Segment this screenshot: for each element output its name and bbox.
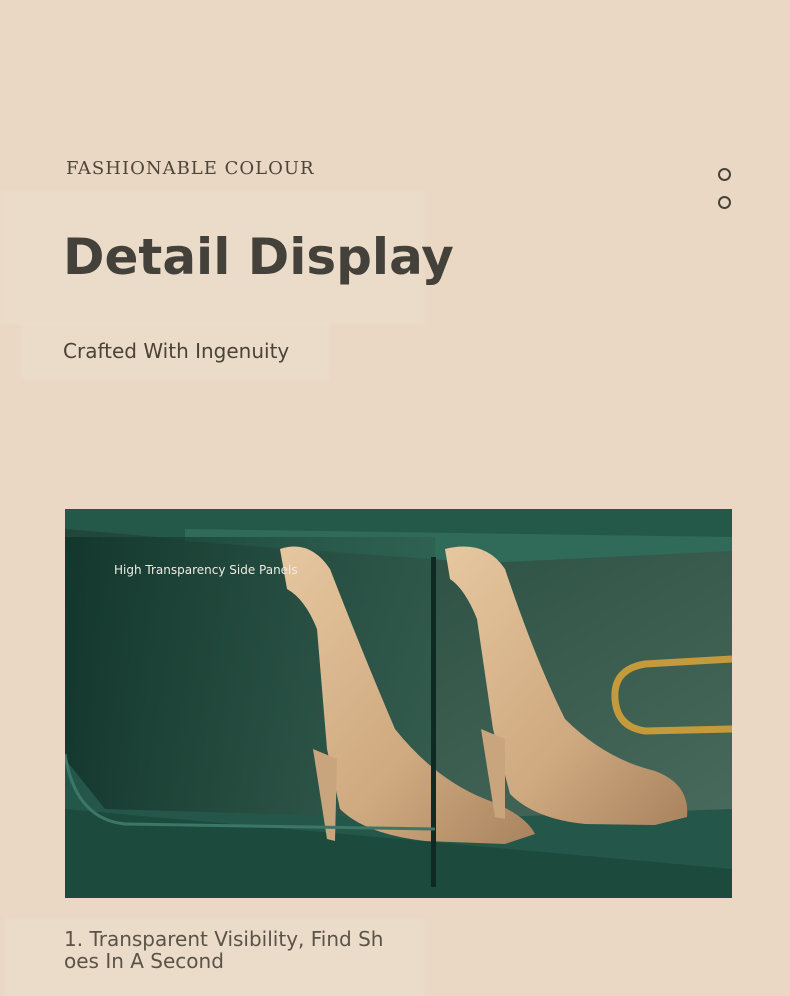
pagination-dot-2[interactable]: [718, 196, 731, 209]
page-subtitle: Crafted With Ingenuity: [63, 339, 290, 363]
product-photo: High Transparency Side Panels: [65, 509, 732, 898]
pagination-dots: [718, 168, 732, 212]
page-title: Detail Display: [63, 228, 454, 286]
photo-label: High Transparency Side Panels: [114, 563, 298, 577]
feature-caption: 1. Transparent Visibility, Find Shoes In…: [64, 927, 384, 973]
section-eyebrow: FASHIONABLE COLOUR: [66, 158, 315, 179]
pagination-dot-1[interactable]: [718, 168, 731, 181]
